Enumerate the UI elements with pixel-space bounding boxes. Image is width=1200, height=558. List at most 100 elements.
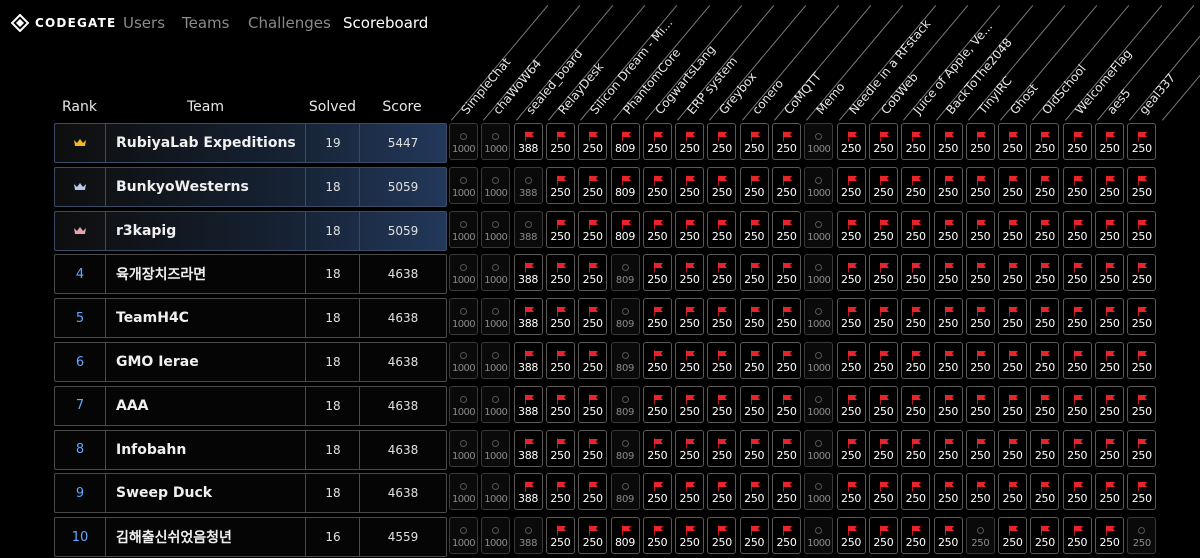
challenge-header[interactable]: Memo bbox=[814, 80, 848, 117]
challenge-cell[interactable]: 250 bbox=[933, 342, 963, 379]
nav-link-teams[interactable]: Teams bbox=[182, 14, 229, 32]
challenge-cell[interactable]: 1000 bbox=[804, 473, 834, 511]
challenge-cell[interactable]: 250 bbox=[1127, 166, 1157, 204]
challenge-cell[interactable]: 250 bbox=[933, 298, 963, 336]
challenge-cell[interactable]: 250 bbox=[739, 210, 769, 248]
team-name[interactable]: 김해출신쉬었음청년 bbox=[106, 518, 306, 557]
challenge-cell[interactable]: 250 bbox=[1127, 473, 1157, 511]
challenge-cell[interactable]: 250 bbox=[642, 210, 672, 248]
challenge-cell[interactable]: 250 bbox=[1127, 429, 1157, 467]
challenge-cell[interactable]: 250 bbox=[1127, 342, 1157, 379]
challenge-cell[interactable]: 250 bbox=[933, 385, 963, 423]
challenge-cell[interactable]: 250 bbox=[1062, 254, 1092, 292]
challenge-cell[interactable]: 250 bbox=[578, 166, 608, 204]
challenge-cell[interactable]: 388 bbox=[513, 429, 543, 467]
challenge-cell[interactable]: 250 bbox=[901, 166, 931, 204]
challenge-cell[interactable]: 250 bbox=[901, 385, 931, 423]
challenge-cell[interactable]: 250 bbox=[1062, 298, 1092, 336]
challenge-cell[interactable]: 250 bbox=[1062, 166, 1092, 204]
challenge-cell[interactable]: 250 bbox=[1030, 123, 1060, 160]
challenge-cell[interactable]: 250 bbox=[933, 210, 963, 248]
challenge-cell[interactable]: 250 bbox=[545, 429, 575, 467]
challenge-cell[interactable]: 250 bbox=[545, 298, 575, 336]
challenge-cell[interactable]: 250 bbox=[868, 298, 898, 336]
challenge-cell[interactable]: 250 bbox=[901, 473, 931, 511]
challenge-cell[interactable]: 250 bbox=[836, 166, 866, 204]
challenge-cell[interactable]: 250 bbox=[836, 123, 866, 160]
team-name[interactable]: AAA bbox=[106, 386, 306, 425]
challenge-cell[interactable]: 1000 bbox=[449, 123, 478, 160]
challenge-cell[interactable]: 250 bbox=[998, 385, 1028, 423]
challenge-cell[interactable]: 1000 bbox=[804, 385, 834, 423]
challenge-cell[interactable]: 250 bbox=[707, 385, 737, 423]
challenge-cell[interactable]: 1000 bbox=[481, 298, 511, 336]
challenge-cell[interactable]: 250 bbox=[545, 254, 575, 292]
challenge-cell[interactable]: 250 bbox=[998, 429, 1028, 467]
challenge-cell[interactable]: 250 bbox=[1030, 210, 1060, 248]
challenge-cell[interactable]: 1000 bbox=[449, 166, 478, 204]
team-name[interactable]: BunkyoWesterns bbox=[106, 167, 306, 206]
challenge-cell[interactable]: 250 bbox=[642, 517, 672, 555]
codegate-logo[interactable]: CODEGATE bbox=[11, 14, 116, 32]
challenge-cell[interactable]: 250 bbox=[868, 385, 898, 423]
challenge-cell[interactable]: 250 bbox=[675, 298, 705, 336]
challenge-cell[interactable]: 388 bbox=[513, 298, 543, 336]
challenge-header[interactable]: aes5 bbox=[1104, 86, 1133, 117]
challenge-cell[interactable]: 250 bbox=[772, 210, 801, 248]
challenge-cell[interactable]: 250 bbox=[868, 429, 898, 467]
challenge-cell[interactable]: 250 bbox=[739, 473, 769, 511]
challenge-cell[interactable]: 250 bbox=[901, 254, 931, 292]
challenge-cell[interactable]: 250 bbox=[545, 342, 575, 379]
challenge-cell[interactable]: 250 bbox=[901, 123, 931, 160]
challenge-cell[interactable]: 1000 bbox=[804, 429, 834, 467]
challenge-cell[interactable]: 250 bbox=[836, 298, 866, 336]
challenge-cell[interactable]: 250 bbox=[1127, 210, 1157, 248]
challenge-cell[interactable]: 388 bbox=[513, 385, 543, 423]
challenge-cell[interactable]: 250 bbox=[707, 123, 737, 160]
challenge-cell[interactable]: 250 bbox=[1127, 123, 1157, 160]
challenge-cell[interactable]: 250 bbox=[1095, 385, 1124, 423]
team-row[interactable]: 4 육개장치즈라면 18 4638 bbox=[54, 254, 447, 295]
challenge-cell[interactable]: 250 bbox=[998, 123, 1028, 160]
challenge-cell[interactable]: 250 bbox=[965, 254, 995, 292]
challenge-cell[interactable]: 388 bbox=[513, 517, 543, 555]
challenge-cell[interactable]: 1000 bbox=[481, 517, 511, 555]
challenge-cell[interactable]: 250 bbox=[1030, 166, 1060, 204]
challenge-cell[interactable]: 250 bbox=[1030, 298, 1060, 336]
challenge-cell[interactable]: 250 bbox=[772, 123, 801, 160]
challenge-cell[interactable]: 250 bbox=[965, 123, 995, 160]
team-row[interactable]: r3kapig 18 5059 bbox=[54, 210, 447, 251]
challenge-cell[interactable]: 250 bbox=[642, 166, 672, 204]
challenge-cell[interactable]: 250 bbox=[707, 342, 737, 379]
challenge-cell[interactable]: 250 bbox=[772, 254, 801, 292]
challenge-cell[interactable]: 1000 bbox=[804, 123, 834, 160]
challenge-cell[interactable]: 250 bbox=[772, 517, 801, 555]
challenge-header[interactable]: Ghost bbox=[1007, 81, 1040, 117]
challenge-cell[interactable]: 1000 bbox=[481, 210, 511, 248]
challenge-cell[interactable]: 250 bbox=[868, 517, 898, 555]
challenge-cell[interactable]: 809 bbox=[610, 342, 640, 379]
challenge-cell[interactable]: 250 bbox=[965, 298, 995, 336]
challenge-cell[interactable]: 250 bbox=[707, 298, 737, 336]
challenge-cell[interactable]: 250 bbox=[739, 517, 769, 555]
challenge-cell[interactable]: 809 bbox=[610, 385, 640, 423]
challenge-cell[interactable]: 809 bbox=[610, 429, 640, 467]
challenge-cell[interactable]: 250 bbox=[578, 298, 608, 336]
challenge-cell[interactable]: 250 bbox=[1127, 298, 1157, 336]
challenge-cell[interactable]: 250 bbox=[901, 429, 931, 467]
challenge-cell[interactable]: 250 bbox=[578, 254, 608, 292]
challenge-cell[interactable]: 250 bbox=[545, 473, 575, 511]
challenge-cell[interactable]: 250 bbox=[578, 385, 608, 423]
challenge-cell[interactable]: 250 bbox=[707, 210, 737, 248]
challenge-cell[interactable]: 250 bbox=[642, 123, 672, 160]
challenge-cell[interactable]: 250 bbox=[933, 517, 963, 555]
challenge-cell[interactable]: 250 bbox=[1062, 342, 1092, 379]
challenge-cell[interactable]: 1000 bbox=[804, 517, 834, 555]
team-name[interactable]: TeamH4C bbox=[106, 299, 306, 338]
challenge-cell[interactable]: 250 bbox=[1062, 473, 1092, 511]
challenge-cell[interactable]: 1000 bbox=[481, 429, 511, 467]
challenge-cell[interactable]: 809 bbox=[610, 473, 640, 511]
challenge-cell[interactable]: 250 bbox=[772, 166, 801, 204]
challenge-cell[interactable]: 250 bbox=[675, 342, 705, 379]
challenge-cell[interactable]: 1000 bbox=[481, 123, 511, 160]
